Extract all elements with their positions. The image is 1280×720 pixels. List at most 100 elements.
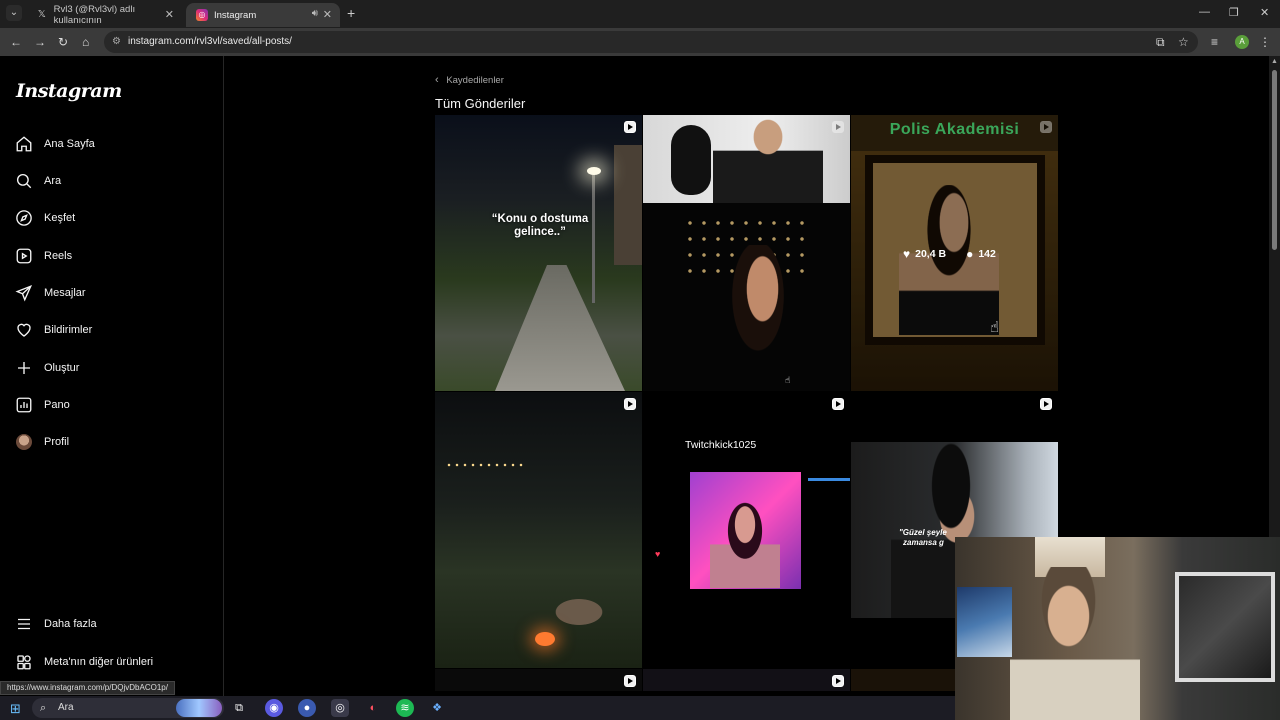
reel-icon [624, 121, 636, 133]
close-tab-icon[interactable]: ✕ [323, 8, 332, 21]
task-view-icon[interactable]: ⧉ [230, 699, 248, 717]
post-thumbnail[interactable]: “Konu o dostuma gelince..” [435, 115, 642, 391]
webcam-overlay [955, 537, 1280, 720]
discord-icon[interactable]: ◉ [265, 699, 283, 717]
forward-arrow-icon[interactable]: → [34, 35, 46, 49]
spotify-icon[interactable]: ≋ [396, 699, 414, 717]
profile-avatar[interactable]: A [1235, 35, 1249, 49]
back-label: Kaydedilenler [446, 75, 504, 86]
sidebar-item-more[interactable]: Daha fazla [14, 612, 97, 636]
sidebar-item-profile[interactable]: Profil [14, 430, 69, 454]
sidebar-item-create[interactable]: Oluştur [14, 356, 79, 380]
sidebar-item-label: Oluştur [44, 362, 80, 374]
minimize-icon[interactable]: — [1199, 6, 1210, 18]
post-thumbnail[interactable] [435, 392, 642, 668]
dashboard-icon [14, 395, 34, 415]
sidebar-item-label: Daha fazla [44, 618, 97, 630]
sidebar-item-home[interactable]: Ana Sayfa [14, 132, 95, 156]
reel-icon [1040, 121, 1052, 133]
reel-icon [832, 675, 844, 687]
restore-icon[interactable]: ❐ [1229, 6, 1239, 19]
chrome-icon[interactable]: ◎ [331, 699, 349, 717]
app-icon[interactable]: ● [298, 699, 316, 717]
hand-cursor-icon: ☝ [990, 319, 1000, 336]
settings-app-icon[interactable]: ❖ [428, 699, 446, 717]
reel-icon [624, 398, 636, 410]
link-status-url: https://www.instagram.com/p/DQjvDbACO1p/ [0, 681, 175, 695]
sidebar-item-notifications[interactable]: Bildirimler [14, 318, 92, 342]
windows-start-icon[interactable]: ⊞ [10, 701, 21, 717]
install-app-icon[interactable]: ⧉ [1156, 35, 1165, 50]
chevron-left-icon: ‹ [435, 74, 439, 86]
meta-apps-icon [14, 652, 34, 672]
home-icon[interactable]: ⌂ [82, 35, 89, 49]
instagram-sidebar: Instagram Ana Sayfa Ara Keşfet Reels Mes… [0, 56, 224, 696]
sidebar-item-label: Keşfet [44, 212, 76, 224]
reel-icon [1040, 398, 1052, 410]
tab-title: Instagram [214, 9, 257, 21]
taskbar-search-input[interactable]: ⌕ Ara [32, 698, 224, 718]
heart-icon [14, 320, 34, 340]
comment-icon: ● [966, 247, 974, 261]
post-thumbnail[interactable]: Twitchkick1025 ♥ [643, 392, 850, 668]
scroll-up-icon[interactable]: ▲ [1271, 58, 1278, 65]
search-placeholder: Ara [58, 702, 74, 713]
scrollbar-thumb[interactable] [1272, 70, 1277, 250]
sidebar-item-dashboard[interactable]: Pano [14, 393, 70, 417]
menu-kebab-icon[interactable]: ⋮ [1259, 35, 1271, 49]
site-info-icon[interactable]: ⚙ [112, 31, 121, 53]
address-input[interactable]: ⚙ instagram.com/rvl3vl/saved/all-posts/ [104, 31, 1198, 53]
windows-taskbar: ⊞ ⌕ Ara ⧉ ◉ ● ◎ ◐ ≋ ❖ [0, 696, 955, 720]
reel-icon [624, 675, 636, 687]
speaker-icon[interactable]: 🔊︎ [312, 8, 318, 19]
reel-icon [832, 121, 844, 133]
post-thumbnail[interactable] [643, 669, 850, 691]
sidebar-item-reels[interactable]: Reels [14, 244, 72, 268]
sidebar-item-label: Ana Sayfa [44, 138, 95, 150]
sidebar-item-messages[interactable]: Mesajlar [14, 281, 86, 305]
obs-icon[interactable]: ◐ [364, 699, 382, 717]
comments-count: ● 142 [966, 247, 996, 261]
post-thumbnail[interactable]: Polis Akademisi ♥ 20,4 B ● 142 [851, 115, 1058, 391]
browser-tab-bar: ⌄ 𝕏 Rvl3 (@Rvl3vl) adlı kullanıcının ✕ ◎… [0, 0, 1280, 28]
post-thumbnail[interactable] [643, 115, 850, 391]
hamburger-icon [14, 614, 34, 634]
tab-instagram[interactable]: ◎ Instagram 🔊︎ ✕ [186, 3, 340, 27]
plus-icon [14, 358, 34, 378]
tab-search-menu-icon[interactable]: ⌄ [6, 5, 22, 21]
media-control-icon[interactable]: ≡ [1211, 35, 1218, 49]
sidebar-item-label: Bildirimler [44, 324, 93, 336]
new-tab-button[interactable]: + [347, 5, 355, 21]
likes-count: ♥ 20,4 B [903, 247, 947, 261]
sidebar-item-label: Meta'nın diğer ürünleri [44, 656, 154, 668]
post-subtitle: "Güzel şeyle zamansa g [899, 528, 947, 547]
search-highlight-image [176, 699, 222, 717]
tab-title: Rvl3 (@Rvl3vl) adlı kullanıcının [53, 4, 136, 26]
instagram-logo[interactable]: Instagram [16, 80, 122, 102]
sidebar-item-search[interactable]: Ara [14, 169, 61, 193]
reload-icon[interactable]: ↻ [58, 35, 68, 49]
close-tab-icon[interactable]: ✕ [165, 8, 174, 21]
back-arrow-icon[interactable]: ← [10, 35, 22, 49]
sidebar-item-meta[interactable]: Meta'nın diğer ürünleri [14, 650, 153, 674]
close-window-icon[interactable]: ✕ [1260, 6, 1269, 19]
url-text: instagram.com/rvl3vl/saved/all-posts/ [128, 36, 292, 47]
bookmark-star-icon[interactable]: ☆ [1178, 35, 1189, 49]
post-hover-stats: ♥ 20,4 B ● 142 [903, 247, 996, 261]
sidebar-item-label: Mesajlar [44, 287, 86, 299]
heart-icon: ♥ [903, 247, 911, 261]
x-logo-icon: 𝕏 [37, 9, 46, 20]
sidebar-item-label: Profil [44, 436, 70, 448]
page-title: Tüm Gönderiler [435, 96, 526, 111]
tab-x-profile[interactable]: 𝕏 Rvl3 (@Rvl3vl) adlı kullanıcının ✕ [26, 3, 182, 27]
back-to-saved-link[interactable]: ‹ Kaydedilenler [435, 74, 504, 86]
post-username-text: Twitchkick1025 [685, 439, 757, 451]
reels-icon [14, 246, 34, 266]
sidebar-item-explore[interactable]: Keşfet [14, 206, 75, 230]
post-thumbnail[interactable] [435, 669, 642, 691]
post-caption: “Konu o dostuma gelince..” [491, 213, 589, 238]
messenger-icon [14, 283, 34, 303]
profile-avatar-icon [14, 432, 34, 452]
sidebar-item-label: Pano [44, 399, 70, 411]
reel-icon [832, 398, 844, 410]
